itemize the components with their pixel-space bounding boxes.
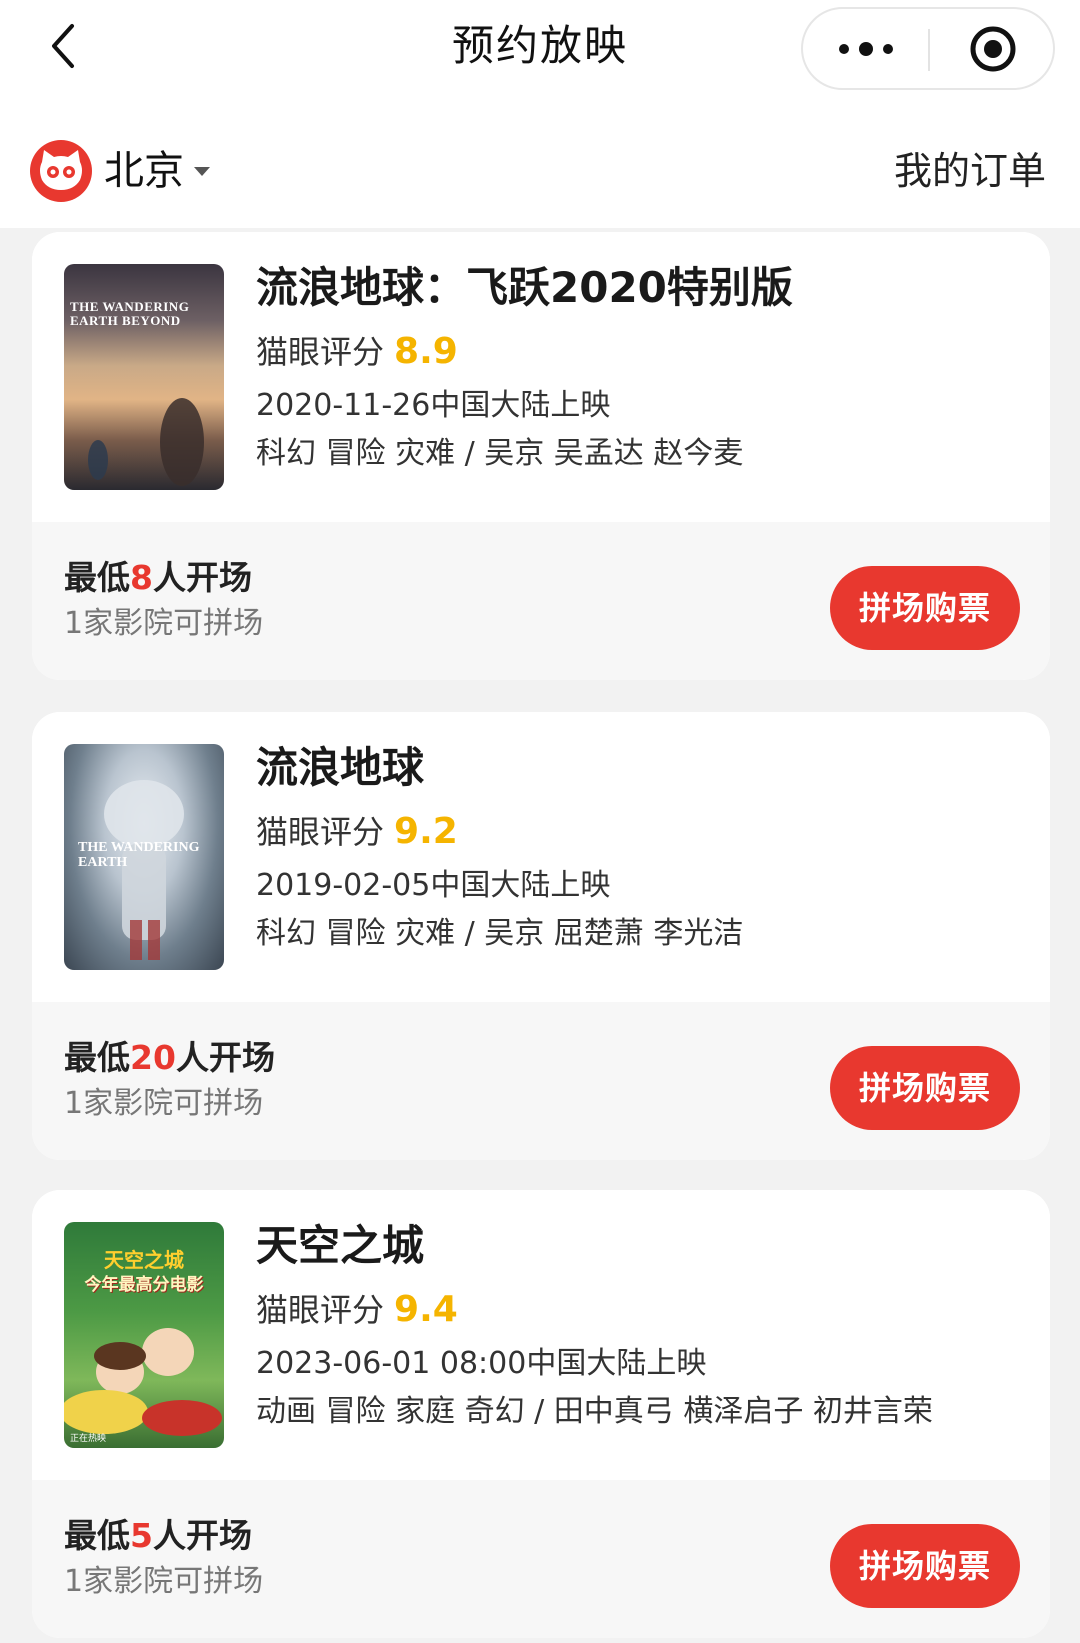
score-value: 9.2 [394, 811, 458, 852]
release-date: 2023-06-01 08:00中国大陆上映 [256, 1346, 707, 1381]
page: 预约放映 北京 我的订单 THE WANDERING EARTH BEYOND … [0, 0, 1080, 1643]
poster-title-text: THE WANDERING EARTH [78, 840, 200, 870]
movie-info-section: THE WANDERING EARTH BEYOND 流浪地球：飞跃2020特别… [32, 232, 1050, 522]
target-icon [970, 26, 1015, 71]
score-row: 猫眼评分 8.9 [256, 326, 1030, 378]
min-suffix: 人开场 [175, 1038, 275, 1077]
score-value: 9.4 [394, 1289, 458, 1330]
movie-card[interactable]: THE WANDERING EARTH BEYOND 流浪地球：飞跃2020特别… [32, 232, 1050, 680]
min-people-count: 5 [130, 1516, 153, 1555]
min-suffix: 人开场 [152, 1516, 252, 1555]
score-label: 猫眼评分 [256, 813, 385, 851]
mini-program-capsule [801, 7, 1055, 90]
more-dots-icon [838, 41, 893, 56]
top-nav-bar: 预约放映 [0, 0, 1080, 100]
movie-info: 流浪地球 猫眼评分 9.2 2019-02-05中国大陆上映 科幻 冒险 灾难 /… [256, 738, 1030, 958]
cinema-count: 1家影院可拼场 [64, 1086, 264, 1121]
close-mini-program-button[interactable] [930, 9, 1055, 88]
city-bar: 北京 我的订单 [0, 100, 1080, 228]
movie-info-section: THE WANDERING EARTH 流浪地球 猫眼评分 9.2 2019-02… [32, 712, 1050, 1002]
score-row: 猫眼评分 9.2 [256, 806, 1030, 858]
city-selector[interactable]: 北京 [104, 144, 210, 198]
movie-card[interactable]: THE WANDERING EARTH 流浪地球 猫眼评分 9.2 2019-02… [32, 712, 1050, 1160]
release-date: 2020-11-26中国大陆上映 [256, 388, 611, 423]
min-people-count: 20 [130, 1038, 176, 1077]
score-row: 猫眼评分 9.4 [256, 1284, 1030, 1336]
group-screening-section: 最低20人开场 1家影院可拼场 拼场购票 [32, 1002, 1050, 1160]
movie-poster[interactable]: THE WANDERING EARTH [64, 744, 224, 970]
min-prefix: 最低 [64, 1516, 130, 1555]
city-name: 北京 [104, 148, 184, 194]
movie-info-section: 天空之城 今年最高分电影 正在热映 天空之城 猫眼评分 9.4 2023-06-0… [32, 1190, 1050, 1480]
group-buy-ticket-button[interactable]: 拼场购票 [830, 1046, 1020, 1130]
caret-down-icon [194, 166, 210, 176]
genre-cast: 动画 冒险 家庭 奇幻 / 田中真弓 横泽启子 初井言荣 [256, 1394, 933, 1429]
movie-poster[interactable]: THE WANDERING EARTH BEYOND [64, 264, 224, 490]
my-orders-link[interactable]: 我的订单 [894, 144, 1046, 198]
score-value: 8.9 [394, 331, 458, 372]
min-people-count: 8 [130, 558, 153, 597]
group-screening-section: 最低5人开场 1家影院可拼场 拼场购票 [32, 1480, 1050, 1638]
min-suffix: 人开场 [152, 558, 252, 597]
min-prefix: 最低 [64, 1038, 130, 1077]
group-screening-section: 最低8人开场 1家影院可拼场 拼场购票 [32, 522, 1050, 680]
genre-cast: 科幻 冒险 灾难 / 吴京 屈楚萧 李光洁 [256, 916, 744, 951]
movie-info: 天空之城 猫眼评分 9.4 2023-06-01 08:00中国大陆上映 动画 冒… [256, 1216, 1030, 1436]
group-buy-ticket-button[interactable]: 拼场购票 [830, 1524, 1020, 1608]
more-button[interactable] [803, 9, 928, 88]
min-prefix: 最低 [64, 558, 130, 597]
maoyan-cat-logo-icon [30, 140, 92, 202]
movie-title[interactable]: 流浪地球 [256, 738, 1030, 798]
score-label: 猫眼评分 [256, 333, 385, 371]
minimum-people: 最低5人开场 [64, 1512, 252, 1560]
movie-title[interactable]: 流浪地球：飞跃2020特别版 [256, 258, 1030, 318]
genre-cast: 科幻 冒险 灾难 / 吴京 吴孟达 赵今麦 [256, 436, 744, 471]
minimum-people: 最低8人开场 [64, 554, 252, 602]
cinema-count: 1家影院可拼场 [64, 1564, 264, 1599]
release-date: 2019-02-05中国大陆上映 [256, 868, 611, 903]
movie-title[interactable]: 天空之城 [256, 1216, 1030, 1276]
score-label: 猫眼评分 [256, 1291, 385, 1329]
poster-note-text: 正在热映 [70, 1434, 107, 1444]
minimum-people: 最低20人开场 [64, 1034, 275, 1082]
group-buy-ticket-button[interactable]: 拼场购票 [830, 566, 1020, 650]
movie-info: 流浪地球：飞跃2020特别版 猫眼评分 8.9 2020-11-26中国大陆上映 … [256, 258, 1030, 478]
cinema-count: 1家影院可拼场 [64, 606, 264, 641]
movie-card[interactable]: 天空之城 今年最高分电影 正在热映 天空之城 猫眼评分 9.4 2023-06-0… [32, 1190, 1050, 1638]
movie-poster[interactable]: 天空之城 今年最高分电影 正在热映 [64, 1222, 224, 1448]
